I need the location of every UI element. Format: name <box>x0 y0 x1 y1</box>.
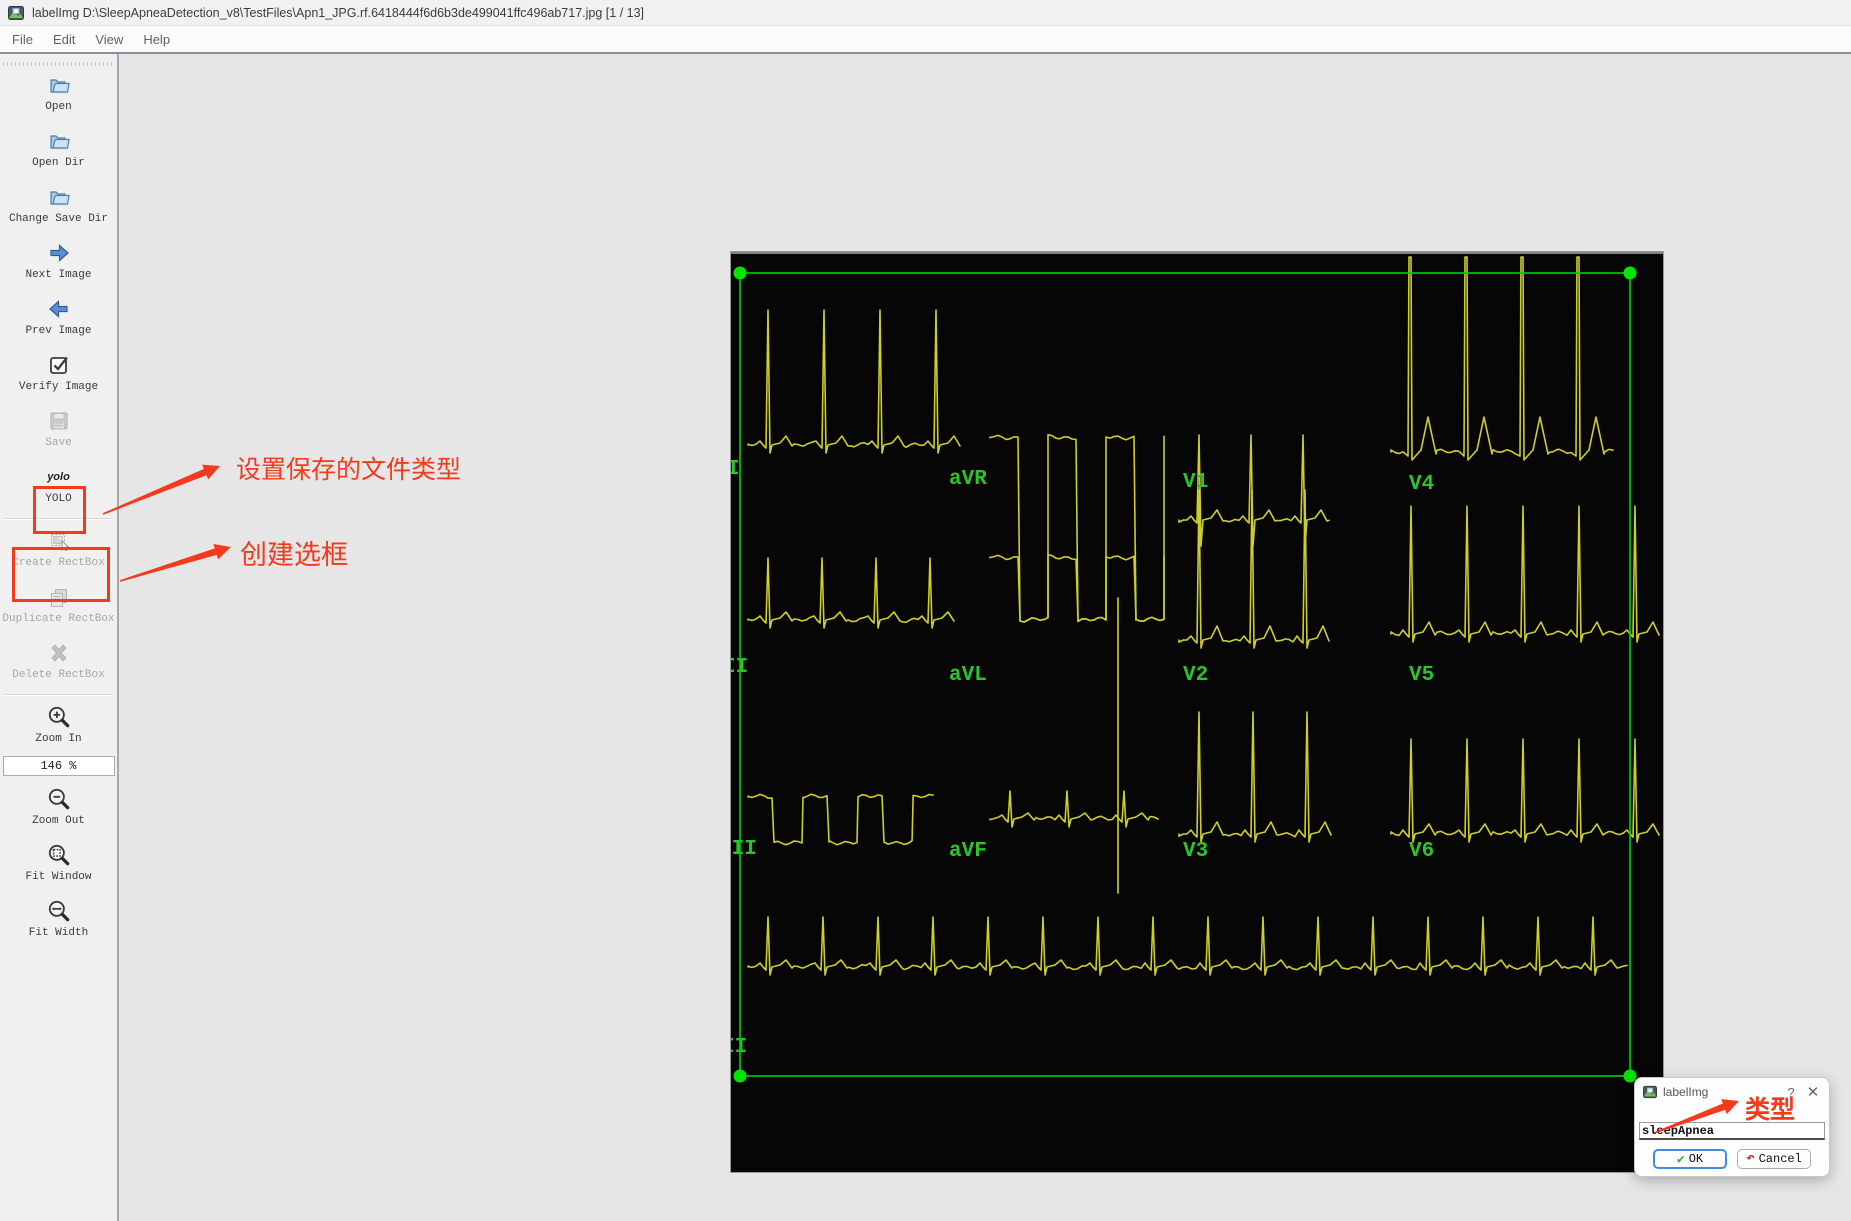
toolbar-button-next-image[interactable]: Next Image <box>3 236 115 292</box>
toolbar-button-verify-image[interactable]: Verify Image <box>3 348 115 404</box>
labelimg-window: { "window": { "title": "labelImg D:\\Sle… <box>0 0 1851 1221</box>
next-arrow-icon <box>45 240 73 266</box>
lead-label-V1: V1 <box>1183 471 1208 494</box>
main-area: Open Open Dir Change Save Dir Next Image Pre… <box>0 52 1851 1221</box>
menu-bar: FileEditViewHelp <box>0 26 1851 52</box>
lead-label-V5: V5 <box>1409 664 1434 687</box>
ok-check-icon: ✔ <box>1677 1153 1685 1166</box>
ok-button-label: OK <box>1689 1152 1703 1166</box>
toolbar-button-prev-image[interactable]: Prev Image <box>3 292 115 348</box>
toolbar-label-save: Save <box>45 437 71 449</box>
toolbar-button-fit-width[interactable]: Fit Width <box>3 894 115 950</box>
toolbar-label-fit-window: Fit Window <box>25 871 91 883</box>
label-dialog: labelImg ? ✕ ✔ OK ↶ Cancel <box>1634 1077 1830 1177</box>
cancel-button-label: Cancel <box>1759 1152 1802 1166</box>
toolbar-label-delete-rectbox: Delete RectBox <box>12 669 104 681</box>
fit-window-icon <box>45 842 73 868</box>
label-dialog-title: labelImg <box>1663 1085 1777 1099</box>
toolbar-button-open[interactable]: Open <box>3 68 115 124</box>
change-save-dir-folder-icon <box>45 184 73 210</box>
lead-label-aVR: aVR <box>949 468 987 491</box>
toolbar-separator <box>5 518 113 520</box>
cancel-undo-icon: ↶ <box>1746 1152 1754 1166</box>
zoom-level-spinbox[interactable]: 146 % <box>3 756 115 776</box>
labelimg-logo-icon <box>8 5 24 21</box>
lead-label-aVF: aVF <box>949 840 987 863</box>
lead-label-II-rhythm: II <box>731 1036 747 1059</box>
toolbar-label-verify-image: Verify Image <box>19 381 98 393</box>
selection-handle-bottom-left[interactable] <box>734 1070 747 1083</box>
toolbar-button-duplicate-rectbox: Duplicate RectBox <box>3 580 115 636</box>
lead-label-I: I <box>731 458 740 481</box>
label-dialog-titlebar: labelImg ? ✕ <box>1635 1078 1829 1104</box>
selection-handle-top-right[interactable] <box>1624 267 1637 280</box>
toolbar-button-save-format[interactable]: yolo YOLO <box>3 460 115 516</box>
yolo-text-icon: yolo <box>45 464 73 490</box>
toolbar-label-next-image: Next Image <box>25 269 91 281</box>
ecg-image-canvas[interactable]: I aVR V1 V4 II aVL V2 V5 III aVF V3 V6 I… <box>731 252 1663 1172</box>
toolbar-label-change-save-dir: Change Save Dir <box>9 213 108 225</box>
ok-button[interactable]: ✔ OK <box>1653 1149 1727 1169</box>
toolbar-button-zoom-out[interactable]: Zoom Out <box>3 782 115 838</box>
menu-item-file[interactable]: File <box>2 29 43 50</box>
cancel-button[interactable]: ↶ Cancel <box>1737 1149 1811 1169</box>
toolbar-button-fit-window[interactable]: Fit Window <box>3 838 115 894</box>
save-floppy-icon <box>45 408 73 434</box>
delete-x-icon <box>45 640 73 666</box>
title-bar: labelImg D:\SleepApneaDetection_v8\TestF… <box>0 0 1851 26</box>
zoom-in-icon <box>45 704 73 730</box>
lead-label-III: III <box>731 838 757 861</box>
open-dir-folder-icon <box>45 128 73 154</box>
toolbar-button-zoom-in[interactable]: Zoom In <box>3 700 115 756</box>
toolbar-label-duplicate-rectbox: Duplicate RectBox <box>2 613 114 625</box>
toolbar-label-zoom-in: Zoom In <box>35 733 81 745</box>
image-top-border <box>731 252 1663 254</box>
duplicate-rectbox-icon <box>45 584 73 610</box>
menu-item-edit[interactable]: Edit <box>43 29 85 50</box>
fit-width-icon <box>45 898 73 924</box>
toolbar-label-create-rectbox: Create RectBox <box>12 557 104 569</box>
toolbar-button-open-dir[interactable]: Open Dir <box>3 124 115 180</box>
prev-arrow-icon <box>45 296 73 322</box>
toolbar-label-open-dir: Open Dir <box>32 157 85 169</box>
verify-check-icon <box>45 352 73 378</box>
lead-label-aVL: aVL <box>949 664 987 687</box>
toolbar-label-open: Open <box>45 101 71 113</box>
zoom-out-icon <box>45 786 73 812</box>
dialog-close-icon[interactable]: ✕ <box>1805 1083 1821 1101</box>
window-title: labelImg D:\SleepApneaDetection_v8\TestF… <box>32 6 644 20</box>
menu-item-help[interactable]: Help <box>133 29 180 50</box>
toolbar-label-fit-width: Fit Width <box>29 927 88 939</box>
toolbar-button-change-save-dir[interactable]: Change Save Dir <box>3 180 115 236</box>
toolbar: Open Open Dir Change Save Dir Next Image Pre… <box>0 54 119 1221</box>
label-name-input[interactable] <box>1639 1122 1825 1140</box>
lead-label-V2: V2 <box>1183 664 1208 687</box>
labelimg-logo-icon-small <box>1643 1085 1657 1099</box>
toolbar-button-delete-rectbox: Delete RectBox <box>3 636 115 692</box>
lead-label-V6: V6 <box>1409 840 1434 863</box>
create-rectbox-icon <box>45 528 73 554</box>
lead-label-V4: V4 <box>1409 473 1434 496</box>
dialog-help-button[interactable]: ? <box>1783 1085 1799 1100</box>
open-folder-icon <box>45 72 73 98</box>
menu-item-view[interactable]: View <box>85 29 133 50</box>
toolbar-separator <box>5 694 113 696</box>
dialog-buttons: ✔ OK ↶ Cancel <box>1635 1149 1829 1169</box>
selection-handle-top-left[interactable] <box>734 267 747 280</box>
lead-label-V3: V3 <box>1183 840 1208 863</box>
toolbar-label-save-format: YOLO <box>45 493 71 505</box>
toolbar-label-zoom-out: Zoom Out <box>32 815 85 827</box>
toolbar-label-prev-image: Prev Image <box>25 325 91 337</box>
toolbar-button-save: Save <box>3 404 115 460</box>
toolbar-button-create-rectbox: Create RectBox <box>3 524 115 580</box>
